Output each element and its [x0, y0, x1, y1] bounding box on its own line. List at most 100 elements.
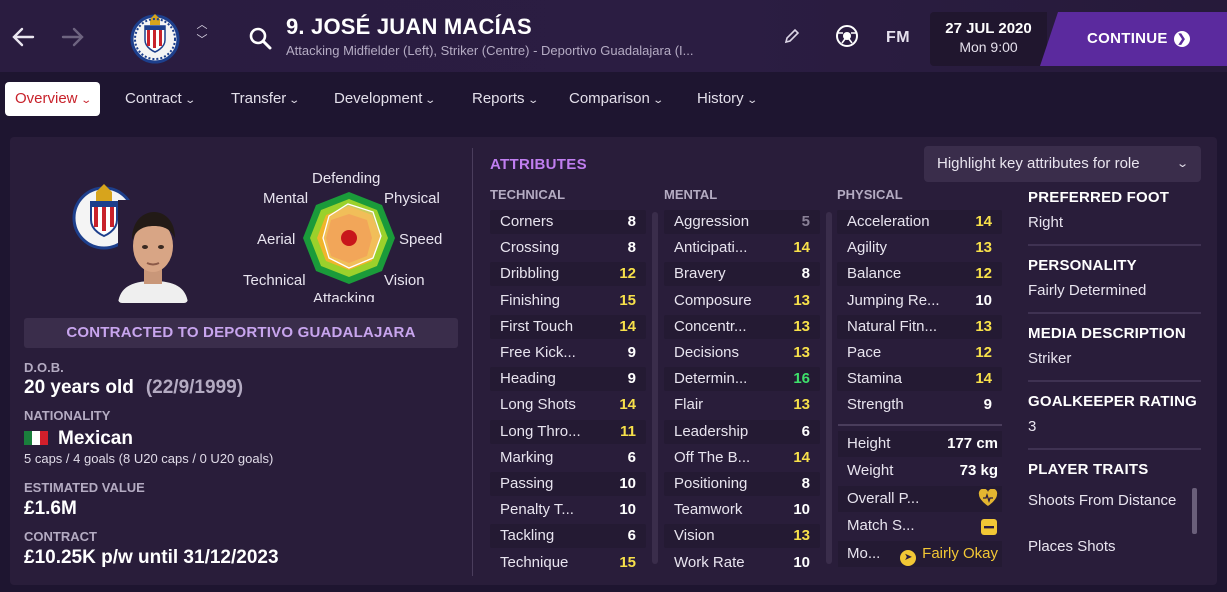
- morale-value: ➤ Fairly Okay: [900, 541, 998, 567]
- side-separator: [1028, 244, 1201, 246]
- height-row: Height 177 cm: [838, 431, 1002, 457]
- morale-row[interactable]: Mo... ➤ Fairly Okay: [838, 541, 1002, 567]
- attribute-row[interactable]: Off The B... 14: [664, 446, 820, 470]
- tab-overview[interactable]: Overview ⌄: [5, 82, 100, 116]
- club-badge-icon[interactable]: [128, 10, 182, 64]
- attribute-row[interactable]: Leadership 6: [664, 419, 820, 444]
- attribute-row[interactable]: Anticipati... 14: [664, 236, 820, 260]
- world-football-icon[interactable]: [835, 24, 859, 53]
- attribute-row[interactable]: Penalty T... 10: [490, 498, 646, 522]
- weight-row: Weight 73 kg: [838, 458, 1002, 484]
- tab-label: Contract: [125, 90, 182, 107]
- player-switch-arrows-icon[interactable]: ︿ ﹀: [194, 18, 210, 48]
- attribute-row[interactable]: Technique 15: [490, 551, 646, 575]
- weight-label: Weight: [847, 462, 894, 479]
- attribute-value: 13: [793, 317, 810, 335]
- caps-text: 5 caps / 4 goals (8 U20 caps / 0 U20 goa…: [24, 451, 274, 466]
- attribute-row[interactable]: Heading 9: [490, 367, 646, 392]
- attribute-row[interactable]: Strength 9: [837, 393, 1002, 417]
- attribute-row[interactable]: Concentr... 13: [664, 314, 820, 339]
- trait-item[interactable]: Places Shots: [1028, 538, 1116, 555]
- fm-menu-button[interactable]: FM: [886, 29, 910, 47]
- value-text: £1.6M: [24, 498, 77, 519]
- attribute-row[interactable]: Balance 12: [837, 262, 1002, 287]
- edit-pencil-icon[interactable]: [782, 26, 802, 51]
- radar-label-attacking: Attacking: [313, 290, 375, 302]
- tab-reports[interactable]: Reports ⌄: [462, 82, 547, 116]
- attribute-name: Agility: [847, 239, 888, 257]
- side-separator: [1028, 380, 1201, 382]
- attribute-row[interactable]: Agility 13: [837, 236, 1002, 260]
- contract-text: £10.25K p/w until 31/12/2023: [24, 547, 279, 568]
- chevron-down-icon: ⌄: [1175, 158, 1189, 170]
- attribute-row[interactable]: Pace 12: [837, 341, 1002, 365]
- match-sharpness-row[interactable]: Match S...: [838, 513, 1002, 539]
- attribute-row[interactable]: Stamina 14: [837, 367, 1002, 392]
- tab-label: History: [697, 90, 744, 107]
- trait-item[interactable]: Shoots From Distance: [1028, 489, 1178, 512]
- forward-arrow-icon[interactable]: [58, 22, 88, 52]
- attribute-name: Pace: [847, 344, 882, 361]
- tab-development[interactable]: Development ⌄: [324, 82, 445, 116]
- attribute-row[interactable]: Finishing 15: [490, 289, 646, 313]
- continue-arrow-icon: ❯: [1173, 31, 1190, 47]
- attribute-value: 9: [627, 344, 636, 361]
- attribute-row[interactable]: Passing 10: [490, 472, 646, 496]
- attribute-row[interactable]: Vision 13: [664, 524, 820, 549]
- tab-comparison[interactable]: Comparison ⌄: [559, 82, 672, 116]
- contracted-to-banner[interactable]: CONTRACTED TO DEPORTIVO GUADALAJARA: [24, 318, 458, 348]
- attribute-value: 13: [793, 396, 810, 414]
- attribute-name: Vision: [674, 527, 715, 545]
- attribute-row[interactable]: Work Rate 10: [664, 551, 820, 575]
- morale-arrow-icon: ➤: [900, 550, 917, 566]
- attribute-row[interactable]: Decisions 13: [664, 341, 820, 365]
- attribute-row[interactable]: Marking 6: [490, 446, 646, 470]
- attribute-row[interactable]: Acceleration 14: [837, 210, 1002, 234]
- tab-history[interactable]: History ⌄: [687, 82, 766, 116]
- attribute-row[interactable]: Composure 13: [664, 289, 820, 313]
- attribute-value: 8: [627, 213, 636, 230]
- chevron-down-icon: ⌄: [652, 95, 664, 106]
- attribute-row[interactable]: First Touch 14: [490, 314, 646, 339]
- highlight-label: Highlight key attributes for role: [937, 155, 1140, 172]
- attribute-name: Corners: [500, 213, 554, 230]
- search-icon[interactable]: [248, 26, 272, 50]
- attribute-row[interactable]: Corners 8: [490, 210, 646, 234]
- attribute-row[interactable]: Teamwork 10: [664, 498, 820, 522]
- attribute-name: Tackling: [500, 527, 555, 545]
- attribute-row[interactable]: Free Kick... 9: [490, 341, 646, 365]
- attribute-row[interactable]: Positioning 8: [664, 472, 820, 496]
- attribute-row[interactable]: Crossing 8: [490, 236, 646, 260]
- traits-scrollbar[interactable]: [1192, 488, 1197, 534]
- player-subtitle: Attacking Midfielder (Left), Striker (Ce…: [286, 43, 694, 58]
- attribute-row[interactable]: Tackling 6: [490, 524, 646, 549]
- attribute-value: 14: [975, 213, 992, 230]
- personality-value[interactable]: Fairly Determined: [1028, 282, 1146, 299]
- attribute-row[interactable]: Long Thro... 11: [490, 419, 646, 444]
- preferred-foot-heading: PREFERRED FOOT: [1028, 189, 1170, 206]
- attribute-row[interactable]: Long Shots 14: [490, 393, 646, 417]
- attribute-name: Positioning: [674, 475, 748, 492]
- attribute-row[interactable]: Natural Fitn... 13: [837, 314, 1002, 339]
- back-arrow-icon[interactable]: [8, 22, 38, 52]
- game-date: 27 JUL 2020 Mon 9:00: [930, 12, 1047, 66]
- attribute-row[interactable]: Dribbling 12: [490, 262, 646, 287]
- dob-text: (22/9/1999): [145, 377, 244, 398]
- attribute-row[interactable]: Determin... 16: [664, 367, 820, 392]
- attribute-value: 5: [801, 213, 810, 230]
- attribute-row[interactable]: Flair 13: [664, 393, 820, 417]
- overall-row[interactable]: Overall P...: [838, 486, 1002, 512]
- attribute-row[interactable]: Bravery 8: [664, 262, 820, 287]
- nationality-value[interactable]: Mexican: [24, 428, 133, 450]
- highlight-role-dropdown[interactable]: Highlight key attributes for role ⌄: [924, 146, 1201, 182]
- tab-contract[interactable]: Contract ⌄: [115, 82, 204, 116]
- continue-button[interactable]: CONTINUE ❯: [1040, 12, 1227, 66]
- time-text: Mon 9:00: [959, 39, 1018, 55]
- radar-label-speed: Speed: [399, 231, 443, 248]
- tab-transfer[interactable]: Transfer ⌄: [221, 82, 309, 116]
- age-value: 20 years old (22/9/1999): [24, 377, 243, 399]
- attribute-name: Bravery: [674, 265, 726, 283]
- nationality-label: NATIONALITY: [24, 408, 111, 423]
- attribute-row[interactable]: Jumping Re... 10: [837, 289, 1002, 313]
- attribute-row[interactable]: Aggression 5: [664, 210, 820, 234]
